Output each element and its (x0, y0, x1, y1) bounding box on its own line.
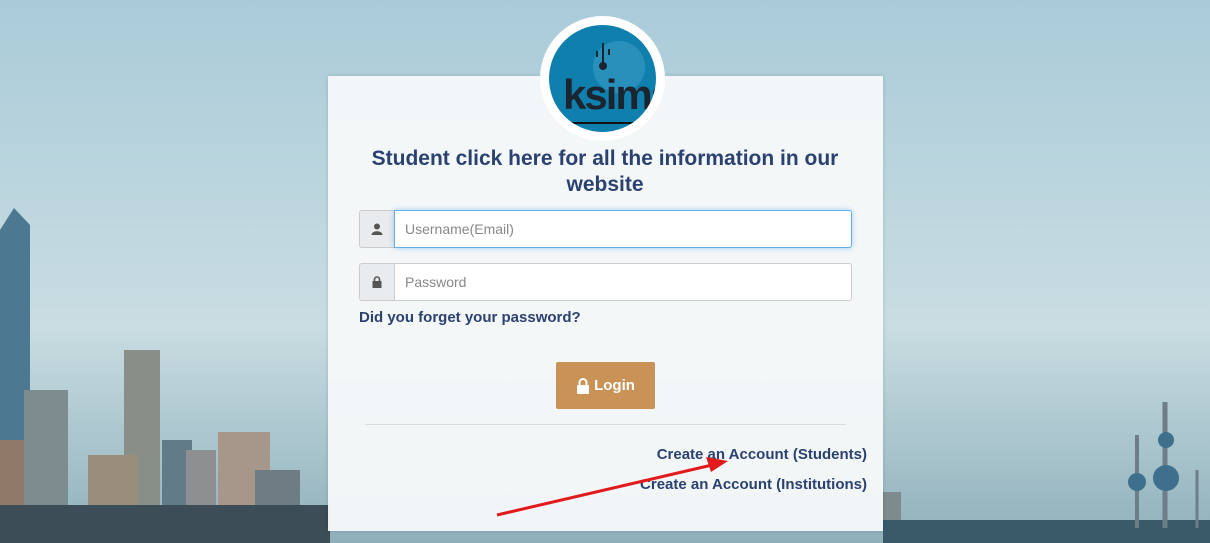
username-group (359, 210, 852, 248)
login-button-label: Login (594, 377, 635, 394)
user-icon (359, 210, 394, 248)
lock-icon (359, 263, 394, 301)
logo-text: ksims (563, 71, 656, 118)
logo-badge: ksims (549, 25, 656, 132)
page-title[interactable]: Student click here for all the informati… (340, 146, 870, 198)
logo: ksims (540, 16, 665, 141)
create-account-students-link[interactable]: Create an Account (Students) (657, 446, 867, 463)
logo-underline (563, 122, 653, 124)
username-input[interactable] (394, 210, 852, 248)
create-account-institutions-link[interactable]: Create an Account (Institutions) (640, 476, 867, 493)
lock-icon (577, 377, 590, 394)
password-group (359, 263, 852, 301)
login-button[interactable]: Login (556, 362, 655, 409)
forgot-password-link[interactable]: Did you forget your password? (359, 309, 581, 326)
password-input[interactable] (394, 263, 852, 301)
divider (365, 424, 846, 425)
